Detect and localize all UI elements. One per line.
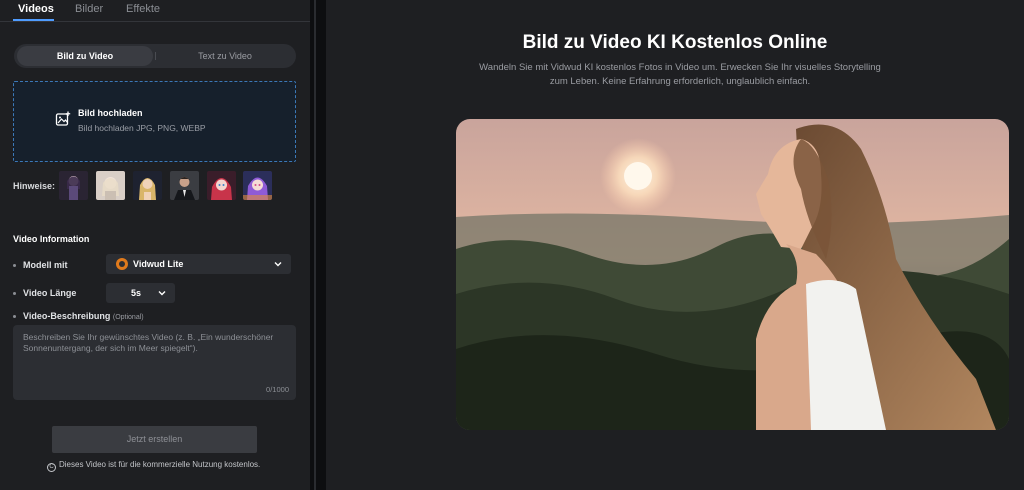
left-panel: Videos Bilder Effekte Bild zu Video Text… (0, 0, 310, 490)
model-label: Modell mit (13, 260, 68, 270)
hints-label: Hinweise: (13, 181, 56, 191)
app-window: Videos Bilder Effekte Bild zu Video Text… (0, 0, 1024, 490)
description-label: Video-Beschreibung (Optional) (13, 311, 144, 321)
mode-separator (155, 52, 156, 60)
description-placeholder: Beschreiben Sie Ihr gewünschtes Video (z… (23, 332, 274, 353)
image-upload-icon (55, 111, 71, 126)
top-tabs: Videos Bilder Effekte (0, 0, 310, 22)
footnote-text: Dieses Video ist für die kommerzielle Nu… (59, 460, 261, 469)
character-counter: 0/1000 (266, 385, 289, 394)
commercial-use-note: C Dieses Video ist für die kommerzielle N… (47, 460, 260, 472)
tab-bilder[interactable]: Bilder (75, 3, 103, 15)
tab-videos[interactable]: Videos (18, 3, 54, 15)
length-label-text: Video Länge (23, 288, 77, 298)
hero-title: Bild zu Video KI Kostenlos Online (522, 32, 828, 53)
chevron-down-icon (274, 262, 282, 267)
create-now-button[interactable]: Jetzt erstellen (52, 426, 257, 453)
vidwud-logo-icon (116, 258, 128, 270)
upload-title: Bild hochladen (78, 108, 143, 118)
copyright-icon: C (47, 463, 56, 472)
length-label: Video Länge (13, 288, 76, 298)
bullet-dot (13, 315, 16, 319)
model-select[interactable]: Vidwud Lite (106, 254, 291, 274)
divider-line (314, 0, 316, 490)
hero-example-image (456, 119, 1009, 430)
text-to-video-button[interactable]: Text zu Video (157, 46, 293, 66)
optional-tag: (Optional) (112, 314, 144, 321)
hero-subtitle: Wandeln Sie mit Vidwud KI kostenlos Foto… (479, 62, 881, 87)
length-select[interactable]: 5s (106, 283, 175, 303)
panel-divider[interactable] (310, 0, 326, 490)
description-textarea[interactable]: Beschreiben Sie Ihr gewünschtes Video (z… (13, 325, 296, 400)
image-upload-dropzone[interactable]: Bild hochladen Bild hochladen JPG, PNG, … (13, 81, 296, 162)
length-select-value: 5s (131, 288, 142, 298)
hint-thumbnail-anime-girl-red-hair[interactable] (207, 171, 236, 200)
bullet-dot (13, 292, 16, 296)
hint-thumbnail-anime-girl-purple[interactable] (59, 171, 88, 200)
upload-subtitle: Bild hochladen JPG, PNG, WEBP (78, 123, 206, 133)
model-select-value: Vidwud Lite (133, 259, 184, 269)
video-information-title: Video Information (13, 234, 90, 244)
image-to-video-button[interactable]: Bild zu Video (17, 46, 153, 66)
active-tab-indicator (13, 19, 54, 21)
hint-thumbnail-blonde-woman[interactable] (133, 171, 162, 200)
description-label-text: Video-Beschreibung (23, 311, 111, 321)
preview-panel: Bild zu Video KI Kostenlos Online Wandel… (326, 0, 1024, 490)
chevron-down-icon (158, 291, 166, 296)
mode-switch: Bild zu Video Text zu Video (14, 44, 296, 68)
bullet-dot (13, 264, 16, 268)
model-label-text: Modell mit (23, 260, 68, 270)
hint-thumbnail-anime-girl-purple-hair[interactable] (243, 171, 272, 200)
hint-thumbnail-man-in-suit[interactable] (170, 171, 199, 200)
tab-effekte[interactable]: Effekte (126, 3, 160, 15)
hint-thumbnail-pastel-girl[interactable] (96, 171, 125, 200)
